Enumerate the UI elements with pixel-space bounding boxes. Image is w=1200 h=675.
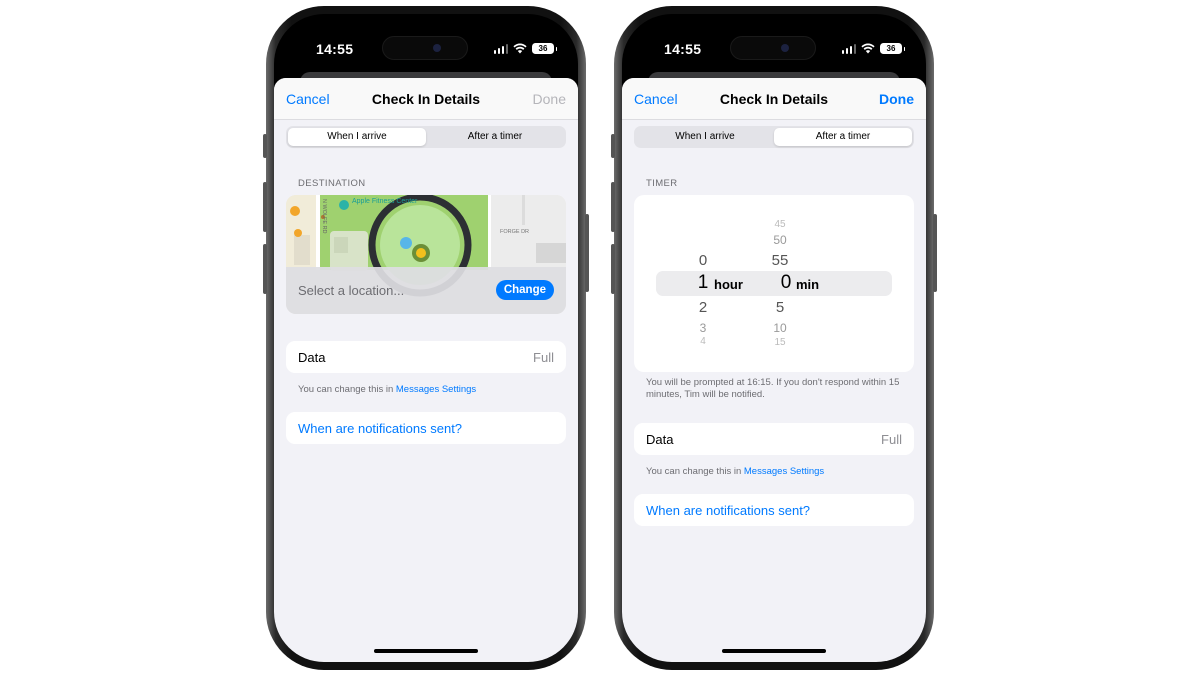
home-indicator[interactable] — [722, 649, 826, 653]
dynamic-island — [382, 36, 468, 60]
hour-option[interactable]: 0 — [688, 252, 718, 269]
data-row-value: Full — [533, 350, 554, 365]
notifications-info-row[interactable]: When are notifications sent? — [634, 494, 914, 526]
status-time: 14:55 — [664, 41, 702, 57]
done-button[interactable]: Done — [533, 91, 566, 107]
map-street-label: FORGE DR — [500, 229, 529, 235]
done-button[interactable]: Done — [879, 91, 914, 107]
minute-option[interactable]: 10 — [765, 321, 795, 335]
action-button — [611, 134, 615, 158]
hour-option[interactable]: 4 — [688, 336, 718, 344]
minute-option[interactable]: 55 — [765, 252, 795, 269]
dynamic-island — [730, 36, 816, 60]
volume-down-button — [611, 244, 615, 294]
volume-down-button — [263, 244, 267, 294]
minute-option[interactable]: 15 — [765, 337, 795, 345]
action-button — [263, 134, 267, 158]
timer-footnote: You will be prompted at 16:15. If you do… — [646, 377, 900, 400]
minute-option[interactable]: 5 — [765, 299, 795, 316]
data-footnote: You can change this in Messages Settings — [298, 384, 477, 395]
segment-when-i-arrive[interactable]: When I arrive — [636, 128, 774, 146]
battery-icon: 36 — [880, 43, 905, 54]
wifi-icon — [513, 43, 527, 54]
data-row-value: Full — [881, 432, 902, 447]
volume-up-button — [263, 182, 267, 232]
location-placeholder[interactable]: Select a location... — [298, 283, 404, 298]
segment-when-i-arrive[interactable]: When I arrive — [288, 128, 426, 146]
minute-unit-label: min — [796, 277, 820, 292]
home-indicator[interactable] — [374, 649, 478, 653]
data-footnote: You can change this in Messages Settings — [646, 466, 825, 477]
destination-map[interactable]: Apple Fitness Center FORGE DR N WOLFE RD… — [286, 195, 566, 314]
volume-up-button — [611, 182, 615, 232]
screen: 14:55 36 Cancel Check In Details Done Wh… — [622, 14, 926, 662]
wifi-icon — [861, 43, 875, 54]
hour-unit-label: hour — [714, 277, 743, 292]
data-row-label: Data — [646, 432, 674, 447]
power-button — [585, 214, 589, 292]
notifications-info-row[interactable]: When are notifications sent? — [286, 412, 566, 444]
data-row-label: Data — [298, 350, 326, 365]
status-time: 14:55 — [316, 41, 354, 57]
data-row[interactable]: Data Full — [286, 341, 566, 373]
messages-settings-link[interactable]: Messages Settings — [396, 384, 476, 395]
segment-after-a-timer[interactable]: After a timer — [426, 128, 564, 146]
phone-after-a-timer: 14:55 36 Cancel Check In Details Done Wh… — [611, 6, 937, 670]
status-bar: 14:55 36 — [622, 14, 926, 70]
data-row[interactable]: Data Full — [634, 423, 914, 455]
map-poi-label: Apple Fitness Center — [352, 198, 418, 205]
messages-settings-link[interactable]: Messages Settings — [744, 466, 824, 477]
segment-after-a-timer[interactable]: After a timer — [774, 128, 912, 146]
navigation-bar: Cancel Check In Details Done — [274, 78, 578, 120]
cellular-signal-icon — [493, 43, 508, 54]
location-selector-bar: Select a location... Change — [286, 267, 566, 314]
notifications-info-link[interactable]: When are notifications sent? — [298, 421, 462, 436]
hour-option[interactable]: 2 — [688, 299, 718, 316]
timer-section-label: TIMER — [646, 178, 678, 189]
change-location-button[interactable]: Change — [495, 280, 554, 300]
mode-segmented-control: When I arrive After a timer — [286, 126, 566, 148]
cellular-signal-icon — [841, 43, 856, 54]
phone-when-i-arrive: 14:55 36 Cancel Check In Details Done Wh… — [263, 6, 589, 670]
mode-segmented-control: When I arrive After a timer — [634, 126, 914, 148]
minute-option[interactable]: 45 — [765, 219, 795, 227]
navigation-bar: Cancel Check In Details Done — [622, 78, 926, 120]
destination-section-label: DESTINATION — [298, 178, 366, 189]
status-bar: 14:55 36 — [274, 14, 578, 70]
hour-option[interactable]: 3 — [688, 321, 718, 335]
timer-picker[interactable]: 0 1 2 3 4 hour 45 50 55 0 5 10 15 min — [634, 195, 914, 372]
screen: 14:55 36 Cancel Check In Details Done Wh… — [274, 14, 578, 662]
check-in-sheet: Cancel Check In Details Done When I arri… — [274, 78, 578, 662]
notifications-info-link[interactable]: When are notifications sent? — [646, 503, 810, 518]
map-street-label-vertical: N WOLFE RD — [321, 199, 327, 234]
check-in-sheet: Cancel Check In Details Done When I arri… — [622, 78, 926, 662]
battery-icon: 36 — [532, 43, 557, 54]
power-button — [933, 214, 937, 292]
minute-option[interactable]: 50 — [765, 233, 795, 247]
